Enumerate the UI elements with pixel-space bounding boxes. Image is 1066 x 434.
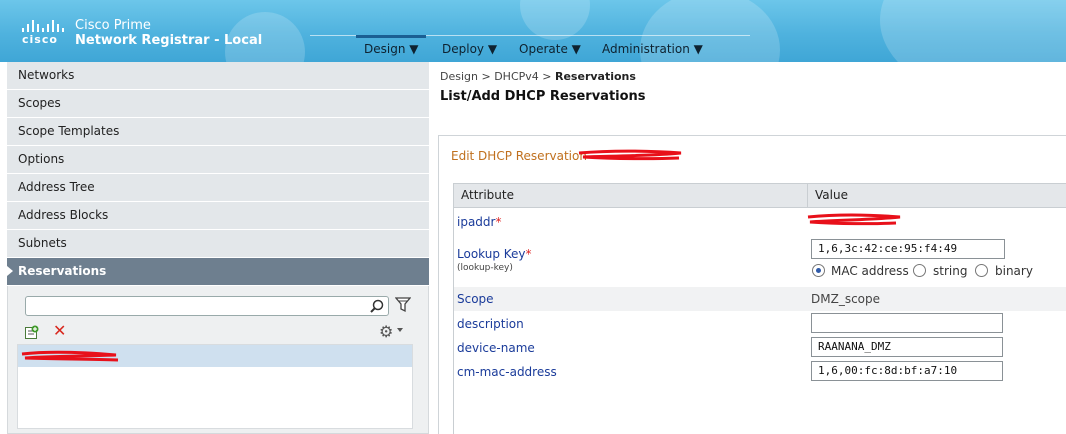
- sidebar-item-scope-templates[interactable]: Scope Templates: [7, 118, 429, 146]
- nav-design[interactable]: Design ▼: [356, 35, 427, 57]
- sidebar-item-address-blocks[interactable]: Address Blocks: [7, 202, 429, 230]
- nav-administration[interactable]: Administration ▼: [594, 40, 711, 62]
- reservations-list: [17, 344, 413, 429]
- breadcrumb-separator: >: [477, 70, 495, 83]
- lookup-key-sublabel: (lookup-key): [457, 263, 513, 273]
- filter-icon[interactable]: [395, 296, 411, 314]
- scope-label: Scope: [457, 292, 494, 306]
- breadcrumb-current: Reservations: [555, 70, 636, 83]
- sidebar: Networks Scopes Scope Templates Options …: [7, 62, 429, 434]
- list-toolbar: ✕ ⚙: [17, 322, 413, 344]
- app-title-line2: Network Registrar - Local: [75, 33, 263, 48]
- scope-value: DMZ_scope: [811, 292, 881, 306]
- column-header-attribute: Attribute: [454, 184, 808, 208]
- gear-icon[interactable]: ⚙: [379, 322, 393, 341]
- radio-string-label[interactable]: string: [933, 264, 967, 278]
- sidebar-item-reservations[interactable]: Reservations: [7, 258, 429, 286]
- table-row: device-name RAANANA_DMZ: [454, 335, 1066, 359]
- search-input[interactable]: [25, 296, 389, 316]
- radio-binary[interactable]: [975, 264, 988, 277]
- breadcrumb-dhcpv4[interactable]: DHCPv4: [494, 70, 539, 83]
- app-title: Cisco Prime Network Registrar - Local: [75, 18, 262, 48]
- cm-mac-address-input[interactable]: 1,6,00:fc:8d:bf:a7:10: [811, 361, 1003, 381]
- radio-mac-address[interactable]: [812, 264, 825, 277]
- table-row: description: [454, 311, 1066, 335]
- edit-reservation-card: Edit DHCP Reservation Attribute Value ip…: [438, 135, 1066, 434]
- column-header-value: Value: [808, 184, 1066, 208]
- sidebar-item-networks[interactable]: Networks: [7, 62, 429, 90]
- table-row: cm-mac-address 1,6,00:fc:8d:bf:a7:10: [454, 359, 1066, 383]
- description-input[interactable]: [811, 313, 1003, 333]
- device-name-input[interactable]: RAANANA_DMZ: [811, 337, 1003, 357]
- card-title-text: Edit DHCP Reservation: [451, 149, 587, 163]
- lookup-key-label: Lookup Key*: [457, 247, 532, 261]
- app-header: cisco Cisco Prime Network Registrar - Lo…: [0, 0, 1066, 62]
- sidebar-item-subnets[interactable]: Subnets: [7, 230, 429, 258]
- radio-mac-address-label[interactable]: MAC address: [831, 264, 909, 278]
- add-item-icon[interactable]: [25, 325, 39, 339]
- nav-deploy[interactable]: Deploy ▼: [434, 40, 505, 62]
- app-title-line1: Cisco Prime: [75, 18, 151, 33]
- sidebar-item-address-tree[interactable]: Address Tree: [7, 174, 429, 202]
- main-nav: Design ▼ Deploy ▼ Operate ▼ Administrati…: [310, 35, 750, 62]
- breadcrumb: Design > DHCPv4 > Reservations: [440, 70, 636, 83]
- table-row: Lookup Key* (lookup-key) 1,6,3c:42:ce:95…: [454, 235, 1066, 287]
- chevron-down-icon[interactable]: [397, 328, 403, 332]
- delete-icon[interactable]: ✕: [53, 323, 66, 339]
- lookup-key-input[interactable]: 1,6,3c:42:ce:95:f4:49: [811, 239, 1005, 259]
- nav-operate[interactable]: Operate ▼: [511, 40, 589, 62]
- redaction-scribble: [578, 149, 682, 161]
- breadcrumb-design[interactable]: Design: [440, 70, 478, 83]
- search-icon[interactable]: [370, 299, 384, 313]
- sidebar-item-scopes[interactable]: Scopes: [7, 90, 429, 118]
- device-name-label: device-name: [457, 341, 535, 355]
- cm-mac-address-label: cm-mac-address: [457, 365, 557, 379]
- ipaddr-label: ipaddr*: [457, 215, 502, 229]
- page-title: List/Add DHCP Reservations: [440, 89, 646, 104]
- table-row: ipaddr*: [454, 208, 1066, 235]
- radio-binary-label[interactable]: binary: [995, 264, 1033, 278]
- breadcrumb-separator: >: [538, 70, 555, 83]
- card-title: Edit DHCP Reservation: [451, 149, 682, 163]
- redaction-scribble: [807, 213, 901, 226]
- sidebar-item-options[interactable]: Options: [7, 146, 429, 174]
- radio-string[interactable]: [913, 264, 926, 277]
- reservations-panel: ✕ ⚙: [7, 286, 429, 434]
- cisco-wordmark: cisco: [22, 33, 58, 46]
- cisco-logo: cisco: [20, 18, 64, 46]
- redaction-scribble: [21, 350, 119, 362]
- attribute-table: Attribute Value ipaddr* Lookup Key* (loo…: [453, 183, 1066, 434]
- list-item[interactable]: [18, 345, 412, 367]
- table-row: Scope DMZ_scope: [454, 287, 1066, 311]
- description-label: description: [457, 317, 524, 331]
